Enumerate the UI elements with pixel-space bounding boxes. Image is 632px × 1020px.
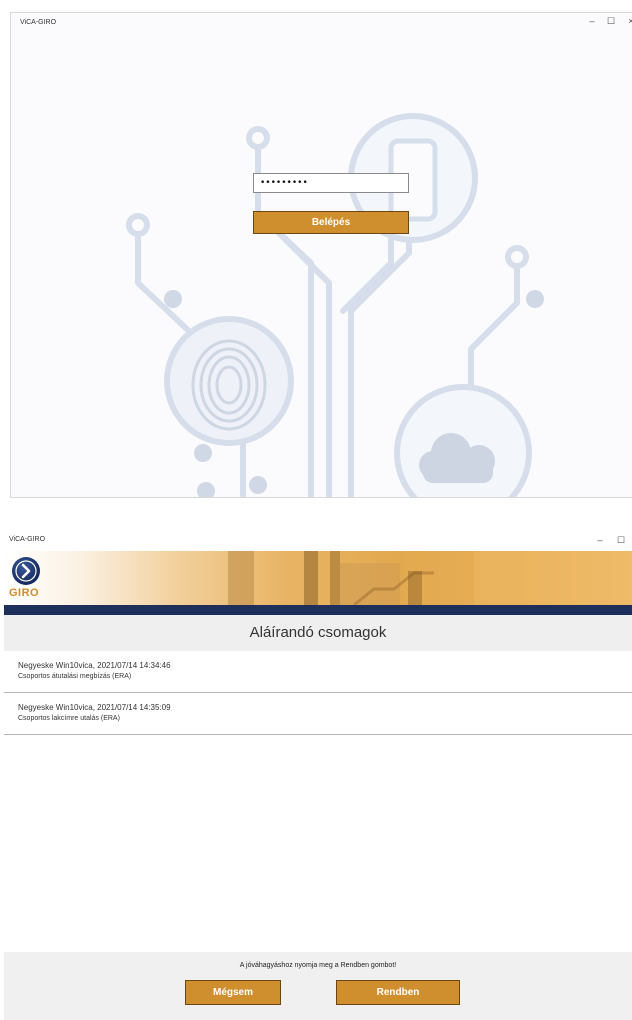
password-field[interactable]: [253, 173, 409, 193]
window-title: ViCA-GIRO: [9, 536, 46, 543]
cancel-button[interactable]: Mégsem: [185, 980, 281, 1005]
header-banner: GIRO: [4, 551, 632, 605]
close-button[interactable]: ×: [623, 16, 632, 26]
circuit-illustration: [126, 113, 544, 497]
title-bar[interactable]: ViCA-GIRO – ☐ ×: [11, 13, 632, 35]
window-title: ViCA-GIRO: [20, 19, 57, 26]
banner-photo-decoration: [228, 551, 632, 605]
package-list: Negyeske Win10vica, 2021/07/14 14:34:46 …: [4, 651, 632, 735]
hint-text: A jóváhagyáshoz nyomja meg a Rendben gom…: [239, 962, 397, 969]
list-item[interactable]: Negyeske Win10vica, 2021/07/14 14:34:46 …: [4, 651, 632, 693]
footer-bar: A jóváhagyáshoz nyomja meg a Rendben gom…: [4, 952, 632, 1020]
ok-button[interactable]: Rendben: [336, 980, 460, 1005]
package-type: Csoportos átutalási megbízás (ERA): [18, 673, 132, 680]
list-item[interactable]: Negyeske Win10vica, 2021/07/14 14:35:09 …: [4, 693, 632, 735]
page-title: Aláírandó csomagok: [4, 615, 632, 651]
minimize-button[interactable]: –: [592, 535, 608, 545]
logo-text: GIRO: [9, 587, 40, 599]
package-title: Negyeske Win10vica, 2021/07/14 14:34:46: [18, 661, 171, 670]
giro-logo-icon: [12, 557, 40, 585]
nav-bar: [4, 605, 632, 615]
login-window: ViCA-GIRO – ☐ × Belépés: [10, 12, 632, 498]
package-type: Csoportos lakcímre utalás (ERA): [18, 715, 120, 722]
package-title: Negyeske Win10vica, 2021/07/14 14:35:09: [18, 703, 171, 712]
packages-window: ViCA-GIRO – ☐ × GIRO Aláírandó csomagok …: [4, 532, 632, 1020]
maximize-button[interactable]: ☐: [613, 535, 629, 546]
minimize-button[interactable]: –: [584, 16, 600, 26]
chevron-right-icon: [15, 560, 37, 582]
maximize-button[interactable]: ☐: [603, 16, 619, 27]
login-button[interactable]: Belépés: [253, 211, 409, 234]
